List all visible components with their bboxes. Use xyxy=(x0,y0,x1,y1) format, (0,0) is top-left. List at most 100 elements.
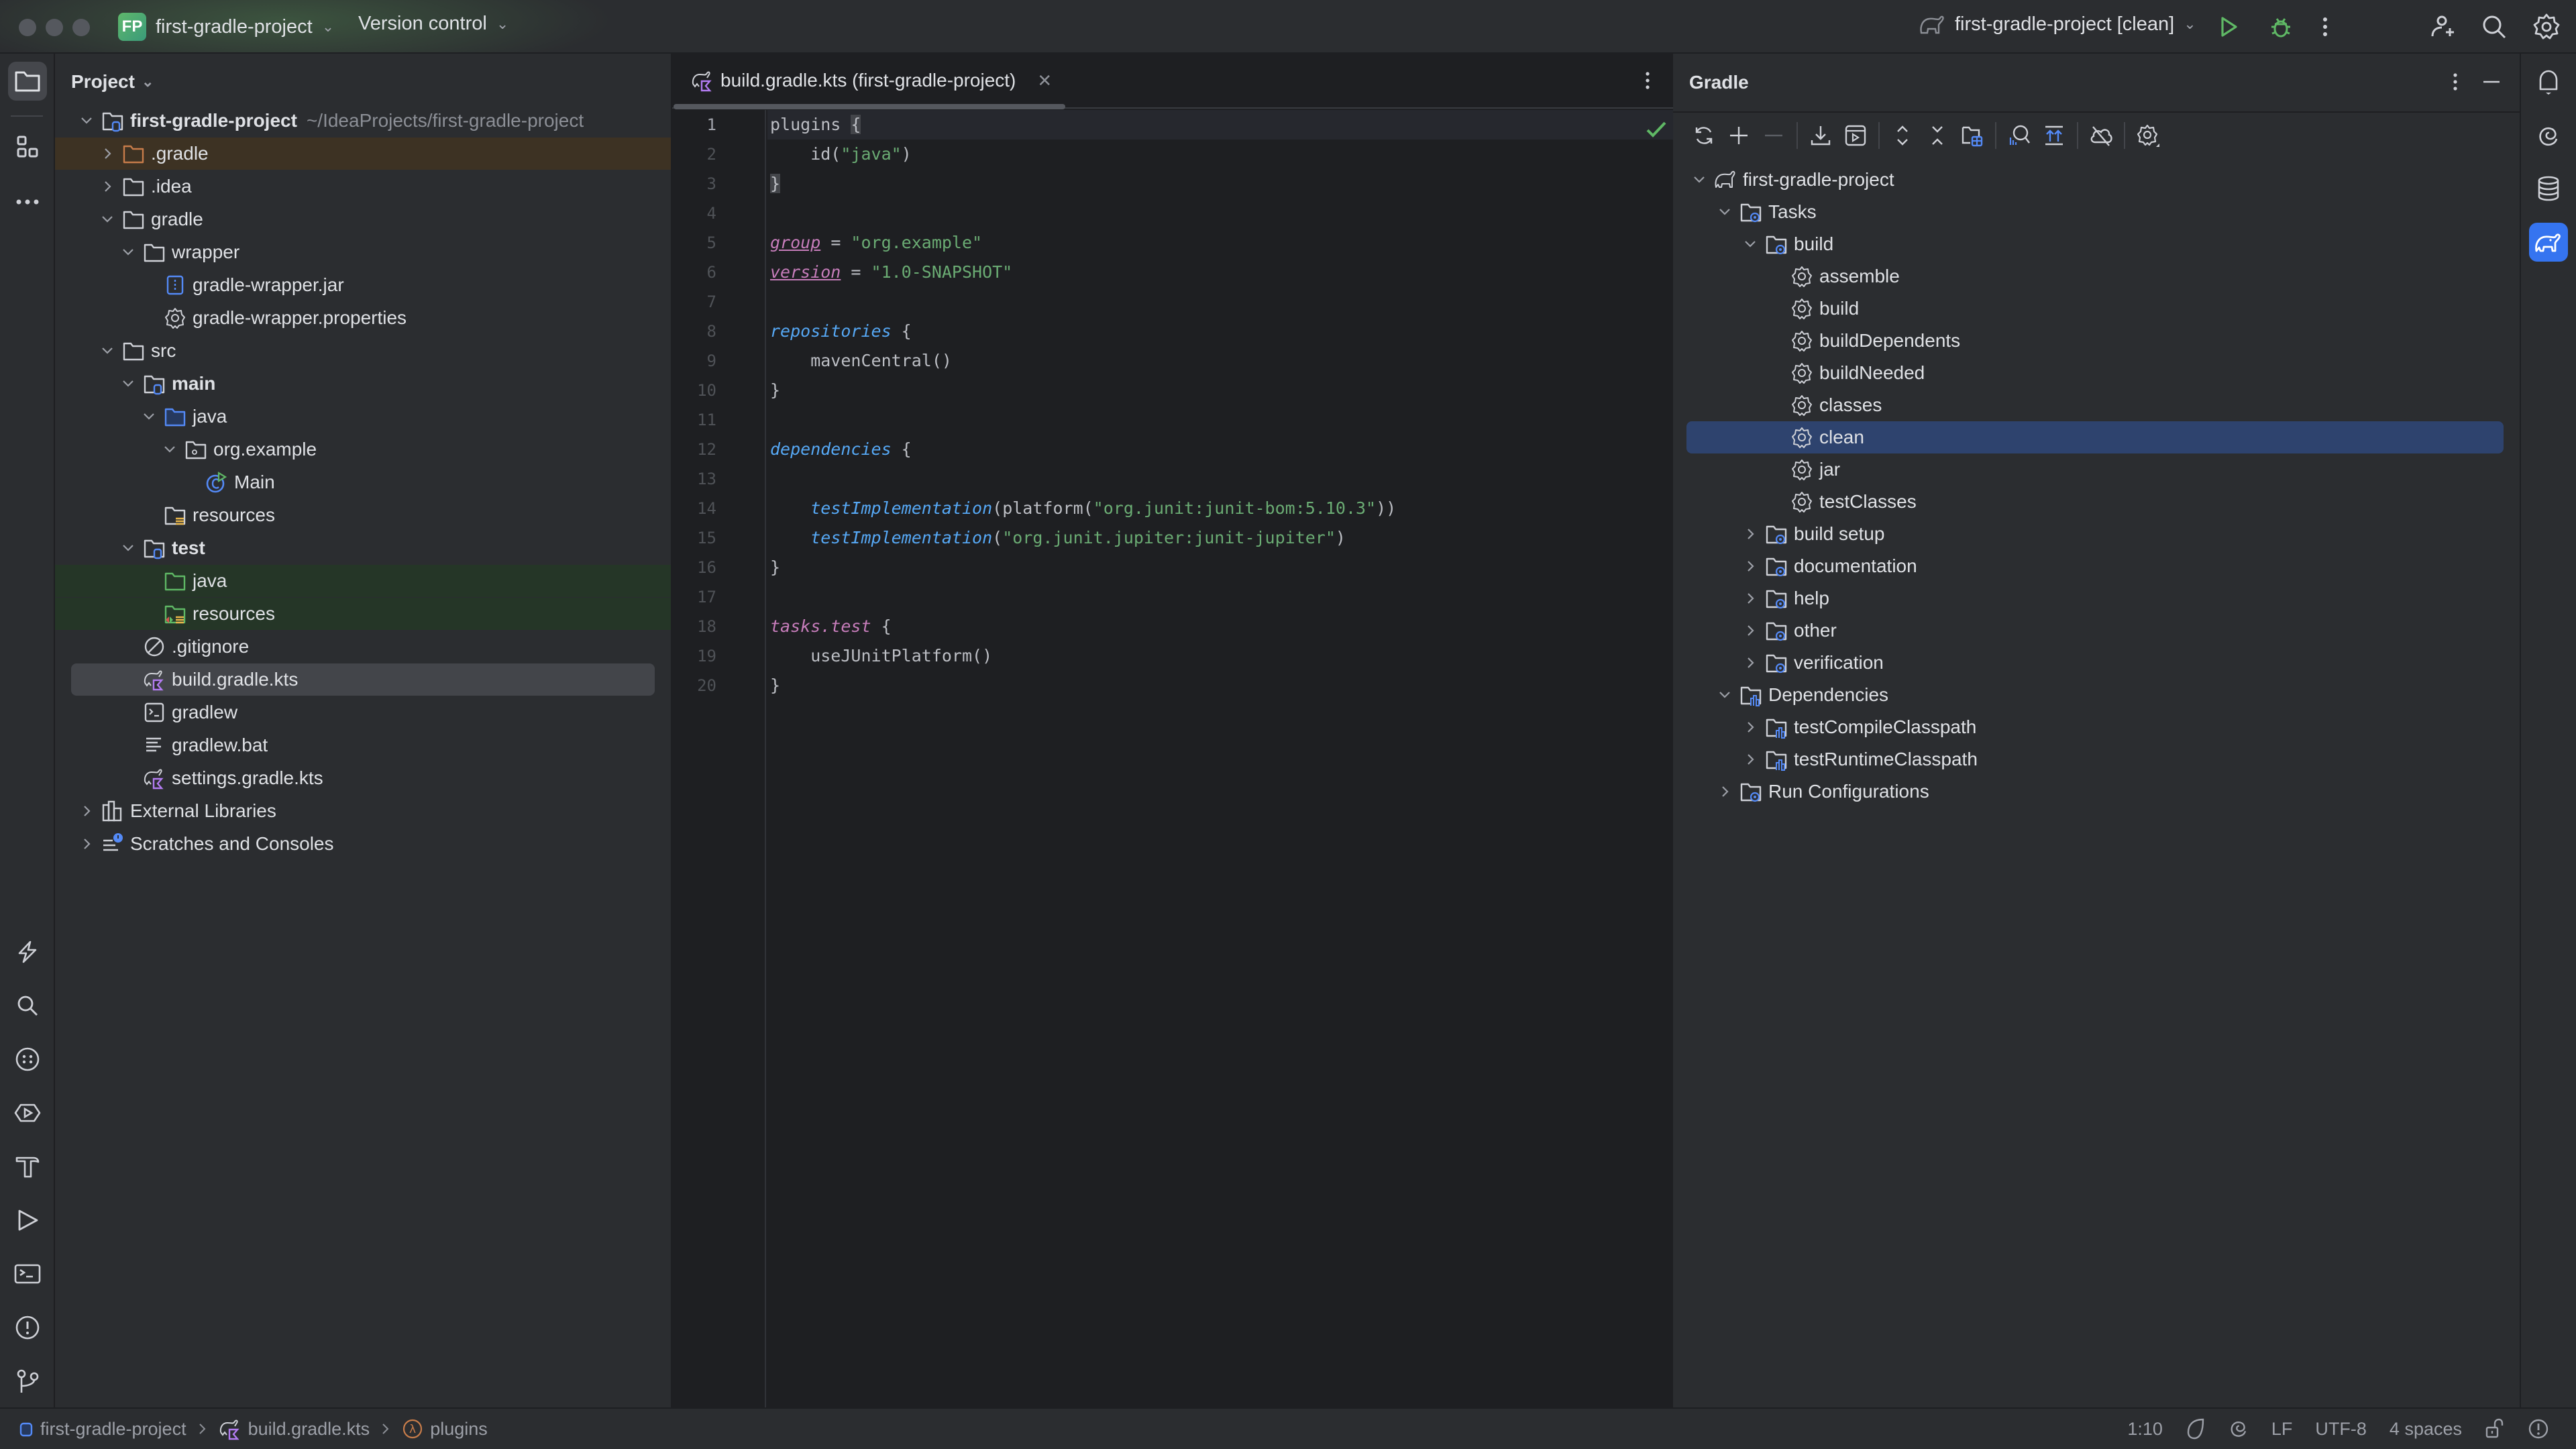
file-lock-icon[interactable] xyxy=(2485,1418,2505,1440)
tab-build-gradle-kts[interactable]: build.gradle.kts (first-gradle-project) … xyxy=(672,53,1065,109)
tree-item-other[interactable]: other xyxy=(1673,614,2520,647)
tree-item-assemble[interactable]: assemble xyxy=(1673,260,2520,292)
chevron-down-icon[interactable] xyxy=(1689,172,1709,187)
problems-status-icon[interactable] xyxy=(2528,1418,2549,1440)
reload-icon[interactable] xyxy=(1686,118,1721,153)
chevron-right-icon[interactable] xyxy=(97,179,117,194)
code-line[interactable]: id("java") xyxy=(767,140,1673,169)
tree-item-test[interactable]: test xyxy=(55,532,671,564)
chevron-right-icon[interactable] xyxy=(1715,784,1735,799)
tree-item-jar[interactable]: jar xyxy=(1673,453,2520,486)
breadcrumb-item[interactable]: first-gradle-project xyxy=(19,1419,186,1440)
run-button[interactable] xyxy=(2214,12,2243,42)
chevron-right-icon[interactable] xyxy=(1740,559,1760,574)
collapse-all-icon[interactable] xyxy=(1920,118,1955,153)
tree-item-scratches-and-consoles[interactable]: Scratches and Consoles xyxy=(55,828,671,860)
tree-item-tasks[interactable]: Tasks xyxy=(1673,196,2520,228)
tree-item-run-configurations[interactable]: Run Configurations xyxy=(1673,775,2520,808)
tree-item-help[interactable]: help xyxy=(1673,582,2520,614)
tree-item-main[interactable]: main xyxy=(55,368,671,400)
tree-item-settings-gradle-kts[interactable]: settings.gradle.kts xyxy=(55,762,671,794)
analyze-deps-icon[interactable] xyxy=(2002,118,2037,153)
chevron-down-icon[interactable] xyxy=(118,245,138,260)
tree-item-builddependents[interactable]: buildDependents xyxy=(1673,325,2520,357)
tree-item-gradle-wrapper-properties[interactable]: gradle-wrapper.properties xyxy=(55,302,671,334)
code-line[interactable] xyxy=(767,405,1673,435)
code-line[interactable] xyxy=(767,582,1673,612)
code-line[interactable]: } xyxy=(767,376,1673,405)
tree-item-testclasses[interactable]: testClasses xyxy=(1673,486,2520,518)
remove-icon[interactable] xyxy=(1756,118,1791,153)
indent-setting[interactable]: 4 spaces xyxy=(2390,1419,2462,1440)
tree-item-gradle[interactable]: gradle xyxy=(55,203,671,235)
chevron-down-icon[interactable] xyxy=(118,541,138,555)
build-tool-button[interactable] xyxy=(8,1147,47,1186)
code-line[interactable]: version = "1.0-SNAPSHOT" xyxy=(767,258,1673,287)
more-actions-icon[interactable] xyxy=(2310,12,2340,42)
tree-item-testruntimeclasspath[interactable]: testRuntimeClasspath xyxy=(1673,743,2520,775)
notifications-tool-button[interactable] xyxy=(2529,63,2568,102)
code-line[interactable] xyxy=(767,464,1673,494)
gradle-tool-button[interactable] xyxy=(2529,223,2568,262)
breadcrumb-item[interactable]: λ plugins xyxy=(402,1418,488,1440)
download-sources-icon[interactable] xyxy=(1803,118,1838,153)
settings-icon[interactable] xyxy=(2131,118,2165,153)
chevron-down-icon[interactable] xyxy=(118,376,138,391)
run-task-icon[interactable] xyxy=(1838,118,1873,153)
chevron-down-icon[interactable] xyxy=(160,442,180,457)
tree-item-gradle-wrapper-jar[interactable]: gradle-wrapper.jar xyxy=(55,269,671,301)
tree-item-gradlew-bat[interactable]: gradlew.bat xyxy=(55,729,671,761)
code-line[interactable]: group = "org.example" xyxy=(767,228,1673,258)
chevron-right-icon[interactable] xyxy=(1740,591,1760,606)
chevron-right-icon[interactable] xyxy=(76,804,97,818)
chevron-down-icon[interactable] xyxy=(1715,205,1735,219)
code-line[interactable]: } xyxy=(767,553,1673,582)
project-panel-header[interactable]: Project ⌄ xyxy=(55,54,671,110)
inspection-ok-check-icon[interactable] xyxy=(1645,119,1668,140)
window-zoom-button[interactable] xyxy=(72,19,90,36)
database-tool-button[interactable] xyxy=(2529,169,2568,208)
tree-item-build[interactable]: build xyxy=(1673,228,2520,260)
line-separator[interactable]: LF xyxy=(2271,1419,2293,1440)
chevron-right-icon[interactable] xyxy=(1740,623,1760,638)
tree-item-build-setup[interactable]: build setup xyxy=(1673,518,2520,550)
code-line[interactable]: testImplementation(platform("org.junit:j… xyxy=(767,494,1673,523)
terminal-tool-button[interactable] xyxy=(8,1254,47,1293)
settings-gear-icon[interactable] xyxy=(2532,12,2561,42)
code-line[interactable]: } xyxy=(767,671,1673,700)
run-configuration-selector[interactable]: first-gradle-project [clean] ⌄ xyxy=(1919,13,2196,36)
caret-position[interactable]: 1:10 xyxy=(2127,1419,2163,1440)
tree-item-main[interactable]: Main xyxy=(55,466,671,498)
chevron-right-icon[interactable] xyxy=(76,837,97,851)
close-tab-icon[interactable]: ✕ xyxy=(1037,70,1052,91)
chevron-right-icon[interactable] xyxy=(1740,527,1760,541)
tree-item-classes[interactable]: classes xyxy=(1673,389,2520,421)
breadcrumb-item[interactable]: build.gradle.kts xyxy=(219,1417,370,1440)
ai-assistant-tool-button[interactable] xyxy=(2529,117,2568,156)
tree-item-verification[interactable]: verification xyxy=(1673,647,2520,679)
power-save-tool-button[interactable] xyxy=(8,932,47,971)
tree-item-testcompileclasspath[interactable]: testCompileClasspath xyxy=(1673,711,2520,743)
tree-item-gradle[interactable]: .gradle xyxy=(55,138,671,170)
tree-item-gradlew[interactable]: gradlew xyxy=(55,696,671,729)
run-tool-button[interactable] xyxy=(8,1201,47,1240)
debug-button[interactable] xyxy=(2266,12,2296,42)
chevron-down-icon[interactable] xyxy=(1740,237,1760,252)
tree-item-idea[interactable]: .idea xyxy=(55,170,671,203)
file-encoding[interactable]: UTF-8 xyxy=(2315,1419,2367,1440)
tree-item-java[interactable]: java xyxy=(55,400,671,433)
tree-item-src[interactable]: src xyxy=(55,335,671,367)
chevron-down-icon[interactable] xyxy=(76,113,97,128)
tree-item-org-example[interactable]: org.example xyxy=(55,433,671,466)
tree-item-documentation[interactable]: documentation xyxy=(1673,550,2520,582)
code-line[interactable]: mavenCentral() xyxy=(767,346,1673,376)
project-tool-button[interactable] xyxy=(8,62,47,101)
group-modules-icon[interactable] xyxy=(1955,118,1990,153)
editor-tabs-more-icon[interactable] xyxy=(1634,67,1661,94)
code-line[interactable]: useJUnitPlatform() xyxy=(767,641,1673,671)
tree-item-java[interactable]: java xyxy=(55,565,671,597)
code-line[interactable]: testImplementation("org.junit.jupiter:ju… xyxy=(767,523,1673,553)
tree-item-build-gradle-kts[interactable]: build.gradle.kts xyxy=(71,663,655,696)
chevron-down-icon[interactable] xyxy=(97,212,117,227)
window-minimize-button[interactable] xyxy=(46,19,63,36)
